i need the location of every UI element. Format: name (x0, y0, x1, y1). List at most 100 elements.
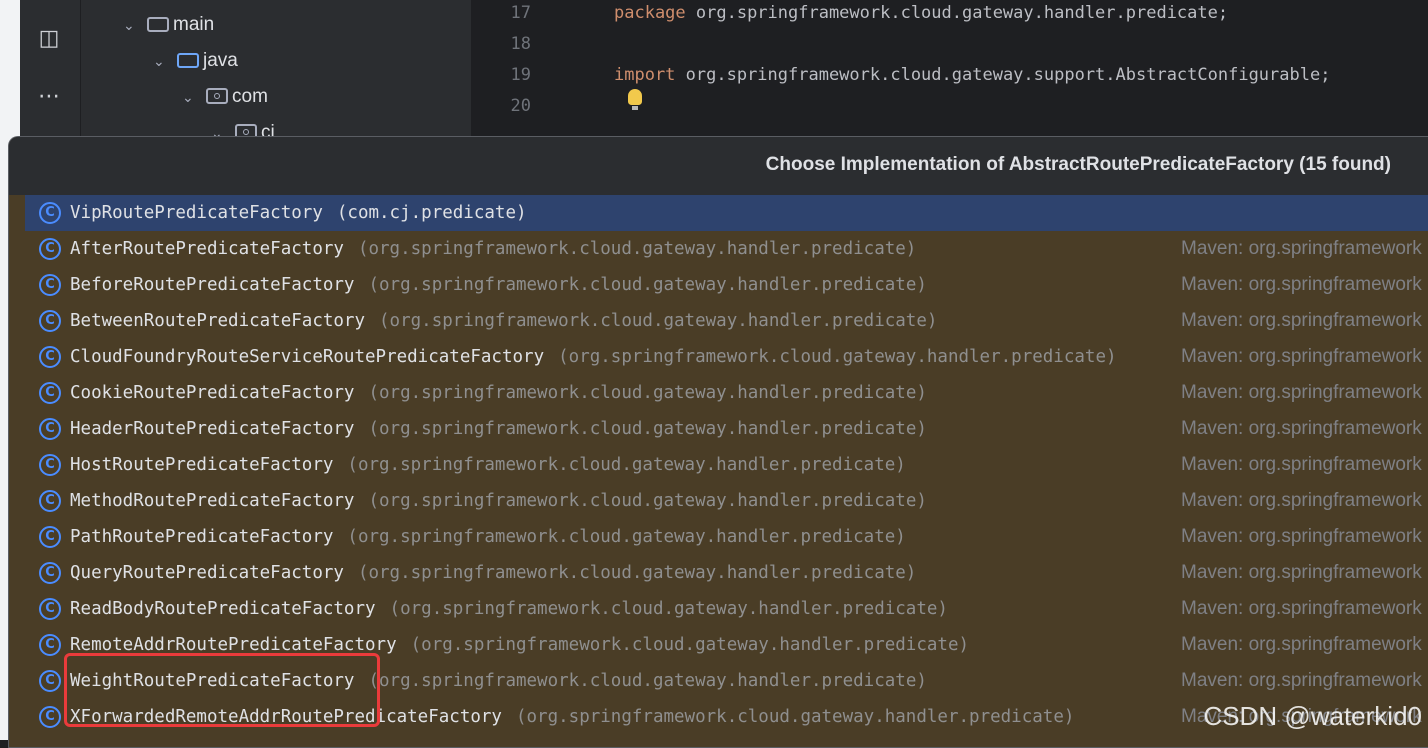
library-source: Maven: org.springframework (1181, 670, 1422, 691)
class-name: RemoteAddrRoutePredicateFactory (org.spri… (70, 627, 969, 663)
code-line: import org.springframework.cloud.gateway… (614, 60, 1330, 91)
class-package: (org.springframework.cloud.gateway.handl… (368, 419, 927, 439)
class-icon: C (39, 454, 61, 476)
watermark: CSDN @waterkid0 (1203, 701, 1422, 731)
implementation-item[interactable]: C PathRoutePredicateFactory (org.springfra… (25, 519, 1428, 555)
implementation-item[interactable]: C HeaderRoutePredicateFactory (org.springf… (25, 411, 1428, 447)
class-icon: C (39, 670, 61, 692)
class-icon: C (39, 346, 61, 368)
class-package: (org.springframework.cloud.gateway.handl… (347, 527, 906, 547)
code-text: org.springframework.cloud.gateway.suppor… (675, 65, 1331, 85)
class-name-text: BeforeRoutePredicateFactory (70, 275, 355, 295)
class-icon: C (39, 202, 61, 224)
chevron-down-icon: ⌄ (153, 53, 165, 69)
class-name-text: XForwardedRemoteAddrRoutePredicateFactor… (70, 707, 502, 727)
class-icon: C (39, 418, 61, 440)
popup-header: Choose Implementation of AbstractRoutePr… (9, 137, 1428, 195)
library-source: Maven: org.springframework (1181, 490, 1422, 511)
library-source: Maven: org.springframework (1181, 274, 1422, 295)
implementation-item[interactable]: C HostRoutePredicateFactory (org.springfra… (25, 447, 1428, 483)
tree-item-main[interactable]: ⌄ main (123, 7, 214, 43)
folder-icon (147, 17, 169, 32)
library-source: Maven: org.springframework (1181, 310, 1422, 331)
tree-item-com[interactable]: ⌄ com (182, 79, 268, 115)
class-icon: C (39, 490, 61, 512)
structure-icon[interactable]: ◫ (34, 24, 64, 54)
class-icon: C (39, 526, 61, 548)
more-icon[interactable]: ⋯ (34, 82, 64, 112)
class-name-text: HeaderRoutePredicateFactory (70, 419, 355, 439)
implementation-item[interactable]: C BetweenRoutePredicateFactory (org.spring… (25, 303, 1428, 339)
class-name: AfterRoutePredicateFactory (org.springfra… (70, 231, 916, 267)
class-package: (org.springframework.cloud.gateway.handl… (357, 239, 917, 259)
tree-item-label: java (203, 50, 238, 71)
code-line: package org.springframework.cloud.gatewa… (614, 0, 1228, 29)
library-source: Maven: org.springframework (1181, 634, 1422, 655)
implementation-item[interactable]: C WeightRoutePredicateFactory (org.springf… (25, 663, 1428, 699)
implementation-item[interactable]: C CloudFoundryRouteServiceRoutePredicateF… (25, 339, 1428, 375)
library-source: Maven: org.springframework (1181, 526, 1422, 547)
library-source: Maven: org.springframework (1181, 418, 1422, 439)
implementation-item[interactable]: C VipRoutePredicateFactory (com.cj.predica… (25, 195, 1428, 231)
class-name-text: QueryRoutePredicateFactory (70, 563, 344, 583)
implementation-item[interactable]: C BeforeRoutePredicateFactory (org.springf… (25, 267, 1428, 303)
line-number: 18 (510, 34, 531, 54)
class-package: (org.springframework.cloud.gateway.handl… (368, 275, 927, 295)
class-name-text: ReadBodyRoutePredicateFactory (70, 599, 376, 619)
library-source: Maven: org.springframework (1181, 346, 1422, 367)
class-package: (org.springframework.cloud.gateway.handl… (368, 671, 927, 691)
class-icon: C (39, 274, 61, 296)
class-icon: C (39, 310, 61, 332)
class-name: WeightRoutePredicateFactory (org.springfr… (70, 663, 927, 699)
class-icon: C (39, 382, 61, 404)
implementation-item[interactable]: C ReadBodyRoutePredicateFactory (org.sprin… (25, 591, 1428, 627)
implementation-item[interactable]: C RemoteAddrRoutePredicateFactory (org.spr… (25, 627, 1428, 663)
class-icon: C (39, 598, 61, 620)
keyword: package (614, 3, 686, 23)
class-name-text: WeightRoutePredicateFactory (70, 671, 355, 691)
tree-item-label: com (232, 86, 268, 107)
class-name: BeforeRoutePredicateFactory (org.springfr… (70, 267, 927, 303)
lightbulb-icon[interactable] (628, 89, 642, 110)
class-icon: C (39, 706, 61, 728)
implementation-item[interactable]: C CookieRoutePredicateFactory (org.springf… (25, 375, 1428, 411)
class-name: VipRoutePredicateFactory (com.cj.predicat… (70, 195, 527, 231)
class-name-text: VipRoutePredicateFactory (70, 203, 323, 223)
class-package: (org.springframework.cloud.gateway.handl… (389, 599, 948, 619)
source-folder-icon (177, 53, 199, 68)
class-name: CloudFoundryRouteServiceRoutePredicateFa… (70, 339, 1117, 375)
implementation-item[interactable]: C QueryRoutePredicateFactory (org.springfr… (25, 555, 1428, 591)
implementation-item[interactable]: C MethodRoutePredicateFactory (org.springf… (25, 483, 1428, 519)
class-icon: C (39, 634, 61, 656)
tree-item-label: main (173, 14, 215, 35)
class-name-text: BetweenRoutePredicateFactory (70, 311, 366, 331)
class-package: (org.springframework.cloud.gateway.handl… (357, 563, 917, 583)
class-name: MethodRoutePredicateFactory (org.springfr… (70, 483, 927, 519)
line-number: 20 (510, 96, 531, 116)
choose-implementation-popup: Choose Implementation of AbstractRoutePr… (8, 136, 1428, 748)
class-package: (org.springframework.cloud.gateway.handl… (410, 635, 970, 655)
class-name-text: PathRoutePredicateFactory (70, 527, 334, 547)
class-package: (org.springframework.cloud.gateway.handl… (368, 491, 927, 511)
popup-title: Choose Implementation of AbstractRoutePr… (765, 154, 1391, 175)
chevron-down-icon: ⌄ (182, 89, 194, 105)
tree-item-java[interactable]: ⌄ java (153, 43, 238, 79)
class-name: HostRoutePredicateFactory (org.springfram… (70, 447, 906, 483)
class-name: QueryRoutePredicateFactory (org.springfra… (70, 555, 916, 591)
code-text: org.springframework.cloud.gateway.handle… (685, 3, 1229, 23)
keyword: import (614, 65, 676, 85)
class-icon: C (39, 238, 61, 260)
class-name-text: AfterRoutePredicateFactory (70, 239, 344, 259)
class-package: (org.springframework.cloud.gateway.handl… (558, 347, 1117, 367)
class-name: PathRoutePredicateFactory (org.springfram… (70, 519, 906, 555)
class-name: XForwardedRemoteAddrRoutePredicateFactor… (70, 699, 1074, 735)
class-package: (org.springframework.cloud.gateway.handl… (347, 455, 906, 475)
line-number: 19 (510, 65, 531, 85)
class-package: (org.springframework.cloud.gateway.handl… (379, 311, 938, 331)
library-source: Maven: org.springframework (1181, 238, 1422, 259)
class-name: ReadBodyRoutePredicateFactory (org.spring… (70, 591, 948, 627)
line-number: 17 (510, 3, 531, 23)
class-name: HeaderRoutePredicateFactory (org.springfr… (70, 411, 927, 447)
class-name-text: CloudFoundryRouteServiceRoutePredicateFa… (70, 347, 545, 367)
implementation-item[interactable]: C AfterRoutePredicateFactory (org.springfr… (25, 231, 1428, 267)
